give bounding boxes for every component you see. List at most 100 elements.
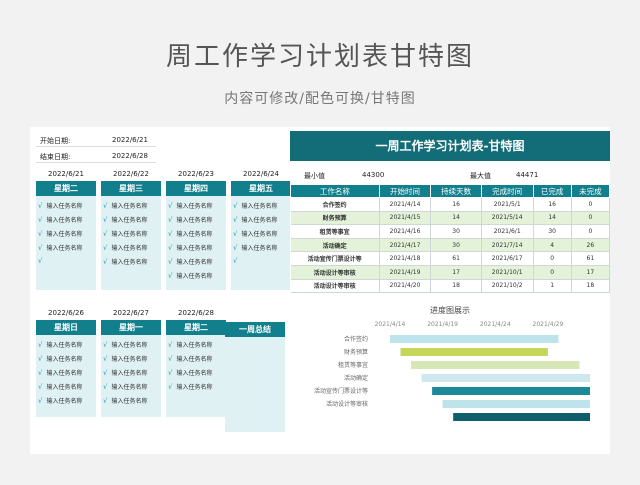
table-cell: 18 [430, 279, 482, 294]
task-item[interactable]: √ 输入任务名称 [168, 340, 212, 349]
task-item[interactable]: √ 输入任务名称 [233, 243, 277, 252]
task-item[interactable]: √ 输入任务名称 [168, 271, 212, 280]
task-item[interactable]: √ 输入任务名称 [233, 229, 277, 238]
task-item[interactable]: √ 输入任务名称 [168, 257, 212, 266]
check-icon: √ [38, 355, 43, 363]
gantt-bar [432, 387, 590, 395]
table-cell: 合作签约 [290, 197, 380, 212]
table-cell: 16 [533, 197, 572, 212]
task-item[interactable]: √ 输入任务名称 [233, 215, 277, 224]
end-date-value[interactable]: 2022/6/28 [112, 152, 148, 160]
task-item[interactable]: √ 输入任务名称 [38, 368, 82, 377]
task-item[interactable]: √ 输入任务名称 [103, 382, 147, 391]
day-header: 星期二 [166, 320, 226, 335]
table-cell: 0 [533, 251, 572, 266]
table-cell: 61 [571, 251, 611, 266]
task-label: 输入任务名称 [111, 203, 148, 210]
task-item[interactable]: √ 输入任务名称 [103, 396, 147, 405]
task-item[interactable]: √ 输入任务名称 [168, 243, 212, 252]
task-item[interactable]: √ 输入任务名称 [103, 243, 147, 252]
task-item[interactable]: √ [38, 257, 46, 265]
task-item[interactable]: √ 输入任务名称 [168, 215, 212, 224]
task-label: 输入任务名称 [241, 245, 278, 252]
task-item[interactable]: √ 输入任务名称 [38, 201, 82, 210]
check-icon: √ [103, 258, 108, 266]
column-header: 持续天数 [430, 184, 482, 198]
check-icon: √ [168, 244, 173, 252]
task-item[interactable]: √ 输入任务名称 [38, 396, 82, 405]
day-date: 2022/6/22 [113, 170, 149, 178]
check-icon: √ [168, 216, 173, 224]
day-task-list: √ 输入任务名称 √ 输入任务名称 √ 输入任务名称 √ 输入任务名称 √ 输入任务名称 [101, 335, 161, 417]
divider [36, 146, 156, 147]
task-label: 输入任务名称 [111, 259, 148, 266]
y-category-label: 财务预算 [344, 348, 368, 356]
check-icon: √ [103, 383, 108, 391]
task-item[interactable]: √ 输入任务名称 [38, 229, 82, 238]
column-header: 完成时间 [480, 184, 534, 198]
task-item[interactable]: √ 输入任务名称 [103, 340, 147, 349]
gantt-bar [421, 374, 590, 382]
page-title: 周工作学习计划表甘特图 [165, 42, 474, 72]
task-item[interactable]: √ 输入任务名称 [233, 201, 277, 210]
x-tick-label: 2021/4/24 [480, 321, 511, 328]
table-row[interactable]: 合作签约 2021/4/14 16 2021/5/1 16 0 [290, 197, 611, 212]
start-date-value[interactable]: 2022/6/21 [112, 136, 148, 144]
check-icon: √ [168, 272, 173, 280]
task-item[interactable]: √ 输入任务名称 [103, 201, 147, 210]
task-item[interactable]: √ 输入任务名称 [38, 382, 82, 391]
task-label: 输入任务名称 [241, 231, 278, 238]
task-item[interactable]: √ 输入任务名称 [38, 243, 82, 252]
task-item[interactable]: √ 输入任务名称 [103, 215, 147, 224]
task-item[interactable]: √ 输入任务名称 [168, 368, 212, 377]
task-label: 输入任务名称 [46, 384, 83, 391]
table-row[interactable]: 财务预算 2021/4/15 14 2021/5/14 14 0 [290, 211, 611, 226]
task-item[interactable]: √ 输入任务名称 [168, 229, 212, 238]
task-item[interactable]: √ 输入任务名称 [168, 201, 212, 210]
task-label: 输入任务名称 [46, 245, 83, 252]
check-icon: √ [103, 202, 108, 210]
table-cell: 2021/5/1 [481, 197, 534, 212]
task-item[interactable]: √ [233, 257, 241, 265]
task-item[interactable]: √ 输入任务名称 [168, 382, 212, 391]
table-cell: 0 [533, 265, 572, 280]
task-item[interactable]: √ 输入任务名称 [103, 354, 147, 363]
task-label: 输入任务名称 [46, 398, 83, 405]
task-item[interactable]: √ 输入任务名称 [103, 257, 147, 266]
task-item[interactable]: √ 输入任务名称 [168, 354, 212, 363]
day-task-list: √ 输入任务名称 √ 输入任务名称 √ 输入任务名称 √ 输入任务名称 [166, 335, 226, 417]
column-header: 未完成 [570, 184, 611, 198]
column-header: 开始时间 [378, 184, 432, 198]
check-icon: √ [103, 397, 108, 405]
table-row[interactable]: 活动确定 2021/4/17 30 2021/7/14 4 26 [290, 238, 611, 253]
task-label: 输入任务名称 [46, 203, 83, 210]
table-cell: 0 [571, 211, 611, 226]
check-icon: √ [38, 202, 43, 210]
day-task-list: √ 输入任务名称 √ 输入任务名称 √ 输入任务名称 √ 输入任务名称 √ 输入任务名称 [101, 196, 161, 290]
task-label: 输入任务名称 [111, 356, 148, 363]
task-label: 输入任务名称 [111, 384, 148, 391]
task-label: 输入任务名称 [111, 231, 148, 238]
gantt-bar [453, 413, 590, 421]
table-row[interactable]: 租赁等事宜 2021/4/16 30 2021/6/1 30 0 [290, 224, 611, 239]
table-cell: 2021/6/1 [481, 224, 534, 239]
task-item[interactable]: √ 输入任务名称 [38, 354, 82, 363]
table-cell: 30 [533, 224, 572, 239]
task-item[interactable]: √ 输入任务名称 [103, 368, 147, 377]
summary-body[interactable] [225, 337, 285, 432]
check-icon: √ [38, 216, 43, 224]
task-item[interactable]: √ 输入任务名称 [38, 340, 82, 349]
task-item[interactable]: √ 输入任务名称 [38, 215, 82, 224]
task-item[interactable]: √ 输入任务名称 [103, 229, 147, 238]
table-cell: 18 [571, 279, 611, 294]
table-row[interactable]: 活动设计等审核 2021/4/20 18 2021/10/2 1 18 [290, 279, 611, 294]
check-icon: √ [103, 369, 108, 377]
table-cell: 活动宣传门票设计等 [290, 251, 380, 266]
table-row[interactable]: 活动宣传门票设计等 2021/4/18 61 2021/6/17 0 61 [290, 251, 611, 266]
day-date: 2022/6/27 [113, 309, 149, 317]
table-cell: 2021/4/16 [379, 224, 432, 239]
table-cell: 4 [533, 238, 572, 253]
day-header: 星期三 [101, 181, 161, 196]
table-row[interactable]: 活动设计等审核 2021/4/19 17 2021/10/1 0 17 [290, 265, 611, 280]
day-task-list: √ 输入任务名称 √ 输入任务名称 √ 输入任务名称 √ 输入任务名称 √ [231, 196, 291, 290]
